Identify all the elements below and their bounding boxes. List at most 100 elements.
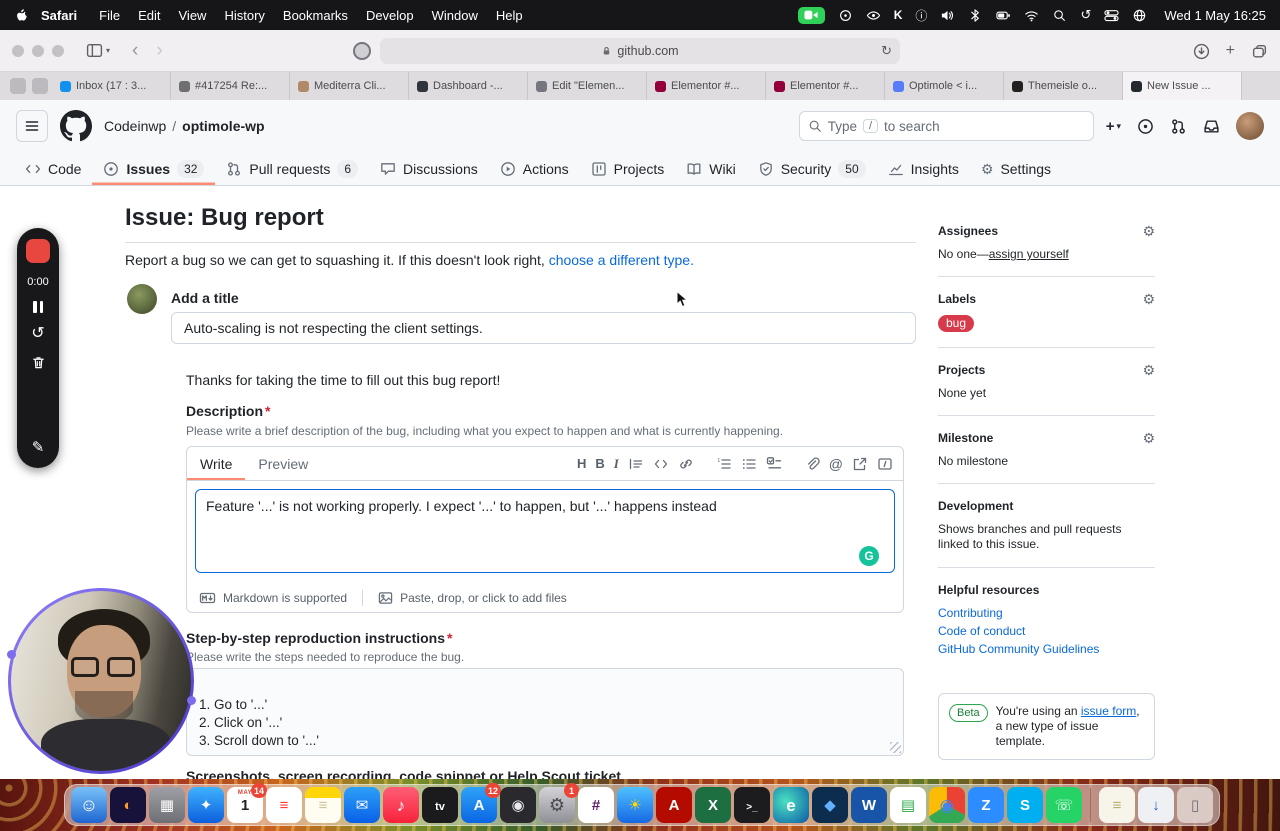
dock-icon-firefox[interactable]: ◐ bbox=[110, 787, 146, 823]
browser-tab[interactable]: Elementor #... bbox=[647, 72, 766, 100]
pinned-tab-icon[interactable] bbox=[32, 78, 48, 94]
dock-icon-acrobat[interactable]: A bbox=[656, 787, 692, 823]
description-textarea[interactable]: Feature '...' is not working properly. I… bbox=[195, 489, 895, 573]
cross-reference-icon[interactable] bbox=[852, 456, 868, 472]
markdown-note[interactable]: Markdown is supported bbox=[223, 591, 347, 605]
sidebar-toggle-icon[interactable] bbox=[86, 42, 103, 59]
issue-form-link[interactable]: issue form bbox=[1081, 704, 1136, 718]
assign-yourself-link[interactable]: assign yourself bbox=[989, 247, 1069, 261]
dock-icon-trash[interactable]: ▯ bbox=[1177, 787, 1213, 823]
dock-icon-excel[interactable]: X bbox=[695, 787, 731, 823]
dock-icon-weather[interactable]: ☀ bbox=[617, 787, 653, 823]
tab-settings[interactable]: ⚙ Settings bbox=[970, 152, 1062, 185]
tab-insights[interactable]: Insights bbox=[877, 152, 970, 185]
tab-pull-requests[interactable]: Pull requests 6 bbox=[215, 152, 369, 185]
browser-tab[interactable]: Inbox (17 : 3... bbox=[52, 72, 171, 100]
dock-icon-safari[interactable]: ✦ bbox=[188, 787, 224, 823]
browser-tab[interactable]: New Issue ... bbox=[1123, 72, 1242, 100]
webcam-bubble[interactable] bbox=[7, 588, 196, 774]
control-center-icon[interactable] bbox=[1104, 8, 1119, 23]
gear-icon[interactable]: ⚙ bbox=[1142, 363, 1155, 377]
preview-tab[interactable]: Preview bbox=[245, 447, 321, 480]
dock-icon-downloads[interactable]: ↓ bbox=[1138, 787, 1174, 823]
resource-link[interactable]: Contributing bbox=[938, 606, 1155, 620]
browser-tab[interactable]: Mediterra Cli... bbox=[290, 72, 409, 100]
bug-label[interactable]: bug bbox=[938, 315, 975, 332]
downloads-icon[interactable] bbox=[1193, 43, 1210, 60]
resource-link[interactable]: Code of conduct bbox=[938, 624, 1155, 638]
menubar-item[interactable]: File bbox=[99, 8, 120, 23]
new-tab-button[interactable]: + bbox=[1226, 43, 1235, 59]
bullet-list-icon[interactable] bbox=[741, 456, 757, 472]
dock-icon-dev-app[interactable]: ◆ bbox=[812, 787, 848, 823]
volume-icon[interactable] bbox=[940, 8, 955, 23]
tab-code[interactable]: Code bbox=[14, 152, 92, 185]
dock-icon-launchpad[interactable]: ▦ bbox=[149, 787, 185, 823]
bluetooth-icon[interactable] bbox=[968, 8, 983, 23]
menubar-item[interactable]: Develop bbox=[366, 8, 414, 23]
quote-icon[interactable] bbox=[628, 456, 644, 472]
globe-icon[interactable] bbox=[1132, 8, 1147, 23]
dock-icon-mail[interactable]: ✉ bbox=[344, 787, 380, 823]
sidebar-chevron-icon[interactable]: ▾ bbox=[106, 46, 110, 55]
tab-issues[interactable]: Issues 32 bbox=[92, 152, 215, 185]
dock-icon-camera-app[interactable]: ◉ bbox=[500, 787, 536, 823]
dock-icon-notes[interactable]: ≡ bbox=[305, 787, 341, 823]
tab-projects[interactable]: Projects bbox=[580, 152, 676, 185]
code-icon[interactable] bbox=[653, 456, 669, 472]
dock-icon-calendar[interactable]: MAY 1 14 bbox=[227, 783, 267, 823]
menubar-clock[interactable]: Wed 1 May 16:25 bbox=[1164, 8, 1266, 23]
spotlight-search-icon[interactable] bbox=[1052, 8, 1067, 23]
browser-tab[interactable]: Elementor #... bbox=[766, 72, 885, 100]
tab-overview-icon[interactable] bbox=[1251, 43, 1268, 60]
menubar-item[interactable]: Edit bbox=[138, 8, 160, 23]
attach-file-icon[interactable] bbox=[804, 456, 820, 472]
time-machine-icon[interactable]: ↺ bbox=[1080, 7, 1091, 23]
wifi-icon[interactable] bbox=[1024, 8, 1039, 23]
delete-recording-icon[interactable] bbox=[31, 355, 46, 370]
hamburger-menu-button[interactable] bbox=[16, 110, 48, 142]
screen-recording-indicator[interactable] bbox=[797, 6, 825, 24]
pause-recording-button[interactable] bbox=[33, 301, 43, 313]
resource-link[interactable]: GitHub Community Guidelines bbox=[938, 642, 1155, 656]
dock-icon-skype[interactable]: S bbox=[1007, 787, 1043, 823]
zoom-window-button[interactable] bbox=[52, 44, 64, 57]
browser-tab[interactable]: #417254 Re:... bbox=[171, 72, 290, 100]
breadcrumb-repo[interactable]: optimole-wp bbox=[182, 118, 264, 134]
dock-icon-word[interactable]: W bbox=[851, 787, 887, 823]
numbered-list-icon[interactable]: 1 bbox=[716, 456, 732, 472]
loom-icon[interactable] bbox=[838, 8, 853, 23]
restart-recording-icon[interactable]: ↺ bbox=[31, 326, 44, 342]
inbox-icon[interactable] bbox=[1203, 118, 1220, 135]
gear-icon[interactable]: ⚙ bbox=[1142, 224, 1155, 238]
create-new-button[interactable]: + ▾ bbox=[1106, 118, 1121, 135]
tab-actions[interactable]: Actions bbox=[489, 152, 580, 185]
dock-icon-stickies[interactable]: ≡ bbox=[1099, 787, 1135, 823]
tab-security[interactable]: Security 50 bbox=[747, 152, 877, 185]
gear-icon[interactable]: ⚙ bbox=[1142, 292, 1155, 306]
github-logo[interactable] bbox=[60, 110, 92, 142]
heading-icon[interactable]: H bbox=[577, 456, 586, 471]
issue-title-input[interactable] bbox=[171, 312, 916, 344]
bold-icon[interactable]: B bbox=[595, 456, 604, 471]
dock-icon-slack[interactable]: # bbox=[578, 787, 614, 823]
pinned-tab-icon[interactable] bbox=[10, 78, 26, 94]
menubar-item[interactable]: View bbox=[179, 8, 207, 23]
address-bar[interactable]: github.com ↻ bbox=[380, 38, 900, 64]
menubar-item[interactable]: Bookmarks bbox=[283, 8, 348, 23]
dock-icon-zoom[interactable]: Z bbox=[968, 787, 1004, 823]
dock-icon-whatsapp[interactable]: ☏ bbox=[1046, 787, 1082, 823]
mention-icon[interactable]: @ bbox=[829, 456, 843, 472]
dock-icon-terminal[interactable]: >_ bbox=[734, 787, 770, 823]
stop-recording-button[interactable] bbox=[26, 239, 50, 263]
dock-icon-system-settings[interactable]: ⚙ 1 bbox=[539, 783, 579, 823]
write-tab[interactable]: Write bbox=[187, 447, 245, 480]
search-input[interactable]: Type / to search bbox=[798, 111, 1094, 141]
link-icon[interactable] bbox=[678, 456, 694, 472]
close-window-button[interactable] bbox=[12, 44, 24, 57]
keyboard-maestro-icon[interactable]: K bbox=[894, 8, 903, 22]
issues-icon[interactable] bbox=[1137, 118, 1154, 135]
steps-textarea[interactable]: 1. Go to '...' 2. Click on '...' 3. Scro… bbox=[186, 668, 904, 756]
dock-icon-numbers[interactable]: ▤ bbox=[890, 787, 926, 823]
browser-tab[interactable]: Dashboard -... bbox=[409, 72, 528, 100]
